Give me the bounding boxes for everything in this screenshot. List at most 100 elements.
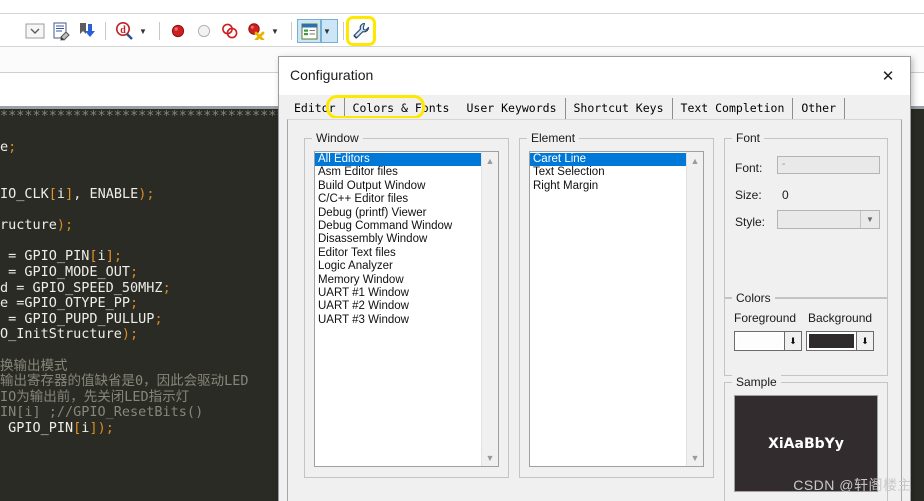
kill-breakpoints-dropdown-arrow[interactable]: ▼ (269, 19, 286, 43)
code-token: ); (56, 217, 74, 234)
colors-group-label: Colors (732, 291, 775, 305)
scroll-up-icon[interactable]: ▲ (687, 152, 703, 169)
code-token: ]); (89, 419, 114, 436)
tab-other[interactable]: Other (793, 98, 845, 119)
window-list-items: All Editors Asm Editor files Build Output … (315, 152, 481, 466)
list-item[interactable]: All Editors (315, 153, 481, 167)
code-token: d = GPIO_SPEED_50MHZ (0, 279, 163, 296)
code-token: ructure (0, 217, 57, 234)
toolbar-separator (105, 22, 106, 40)
list-item[interactable]: Logic Analyzer (315, 260, 481, 273)
element-group: Element Caret Line Text Selection Right Ma… (519, 131, 714, 478)
code-token: e (0, 139, 9, 156)
insert-file-button[interactable] (48, 18, 74, 44)
tab-shortcut-keys[interactable]: Shortcut Keys (566, 98, 673, 119)
find-magnifier-icon: d (116, 22, 133, 40)
code-token: O_InitStructure (0, 326, 122, 343)
list-item[interactable]: Debug Command Window (315, 220, 481, 233)
style-select[interactable]: ▼ (777, 210, 880, 229)
chevron-down-boxed-icon (25, 23, 45, 39)
disable-all-breakpoints-button[interactable] (217, 18, 243, 44)
code-token: ; (8, 139, 17, 156)
list-item[interactable]: Caret Line (530, 153, 686, 167)
dropdown-blank-button[interactable] (22, 18, 48, 44)
code-token: ; (162, 279, 171, 296)
background-dropdown-icon[interactable]: ⬇ (856, 332, 873, 350)
sample-group-label: Sample (732, 375, 781, 389)
list-item[interactable]: Debug (printf) Viewer (315, 207, 481, 220)
scroll-down-icon[interactable]: ▼ (687, 449, 703, 466)
list-item[interactable]: Right Margin (530, 180, 686, 193)
window-list-scrollbar[interactable]: ▲ ▼ (481, 152, 498, 466)
list-item[interactable]: Asm Editor files (315, 166, 481, 179)
breakpoint-delete-icon (248, 23, 265, 40)
list-item[interactable]: C/C++ Editor files (315, 193, 481, 206)
project-items-dropdown-arrow[interactable]: ▼ (321, 19, 338, 43)
foreground-color-picker[interactable]: ⬇ (734, 331, 802, 351)
chevron-down-icon: ▼ (860, 211, 879, 228)
sample-text: XiAaBbYy (768, 435, 844, 452)
code-token: [ (48, 185, 57, 202)
sample-preview: XiAaBbYy (734, 395, 878, 492)
foreground-dropdown-icon[interactable]: ⬇ (784, 332, 801, 350)
list-item[interactable]: Text Selection (530, 166, 686, 179)
manage-project-items-button[interactable] (297, 19, 321, 43)
code-token: i (56, 185, 66, 202)
close-icon[interactable]: ✕ (866, 57, 910, 95)
code-token: = GPIO_MODE_OUT (0, 263, 131, 280)
code-token: , ENABLE (73, 185, 139, 202)
code-token: IO为输出前，先关闭LED指示灯 (0, 388, 190, 405)
insert-breakpoint-button[interactable] (165, 18, 191, 44)
find-dropdown-arrow[interactable]: ▼ (137, 19, 154, 43)
element-list-scrollbar[interactable]: ▲ ▼ (686, 152, 703, 466)
tab-text-completion[interactable]: Text Completion (673, 98, 794, 119)
chevron-down-icon: ▼ (139, 26, 147, 36)
font-value-field[interactable]: - (777, 156, 880, 174)
kill-all-breakpoints-button[interactable] (243, 18, 269, 44)
background-color-picker[interactable]: ⬇ (806, 331, 874, 351)
code-token: [ (89, 248, 98, 265)
tab-user-keywords[interactable]: User Keywords (458, 98, 566, 119)
disable-breakpoint-button[interactable] (191, 18, 217, 44)
code-token: IN[i] ;//GPIO_ResetBits() (0, 404, 204, 421)
tab-editor[interactable]: Editor (286, 98, 345, 119)
project-window-icon (301, 23, 317, 39)
list-item[interactable]: UART #2 Window (315, 300, 481, 313)
code-token: = GPIO_PUPD_PULLUP (0, 310, 155, 327)
chevron-down-icon: ▼ (271, 26, 279, 36)
bookmark-button[interactable] (74, 18, 100, 44)
foreground-color-swatch (737, 334, 782, 348)
toolbar-separator (343, 22, 344, 40)
size-label: Size: (735, 188, 762, 202)
dialog-title-bar: Configuration ✕ (279, 57, 910, 95)
code-token: 换输出模式 (0, 357, 68, 374)
code-token: ; (154, 310, 163, 327)
window-listbox[interactable]: All Editors Asm Editor files Build Output … (314, 151, 499, 467)
scroll-down-icon[interactable]: ▼ (482, 449, 498, 466)
tab-colors-fonts[interactable]: Colors & Fonts (344, 98, 459, 119)
wrench-icon (353, 22, 370, 39)
list-item[interactable]: UART #3 Window (315, 314, 481, 327)
element-listbox[interactable]: Caret Line Text Selection Right Margin ▲ ▼ (529, 151, 704, 467)
code-token: i (97, 248, 106, 265)
colors-group: Colors Foreground Background ⬇ ⬇ (724, 291, 888, 376)
toolbar-separator (291, 22, 292, 40)
list-item[interactable]: Editor Text files (315, 247, 481, 260)
code-token: ); (138, 185, 155, 202)
font-label: Font: (735, 161, 763, 175)
list-item[interactable]: Memory Window (315, 274, 481, 287)
configuration-dialog: Configuration ✕ Editor Colors & Fonts User… (278, 56, 911, 501)
tab-panel-colors-fonts: Window All Editors Asm Editor files Build … (287, 119, 902, 501)
list-item[interactable]: Build Output Window (315, 180, 481, 193)
bookmark-arrow-down-icon (80, 23, 95, 37)
font-group-label: Font (732, 131, 765, 145)
code-token: ] (65, 185, 74, 202)
list-item[interactable]: UART #1 Window (315, 287, 481, 300)
dialog-title: Configuration (290, 67, 374, 83)
configuration-button[interactable] (346, 16, 376, 46)
window-group: Window All Editors Asm Editor files Build … (304, 131, 509, 478)
list-item[interactable]: Disassembly Window (315, 233, 481, 246)
find-button[interactable]: d (111, 18, 137, 44)
scroll-up-icon[interactable]: ▲ (482, 152, 498, 169)
sample-group: Sample XiAaBbYy (724, 375, 888, 501)
